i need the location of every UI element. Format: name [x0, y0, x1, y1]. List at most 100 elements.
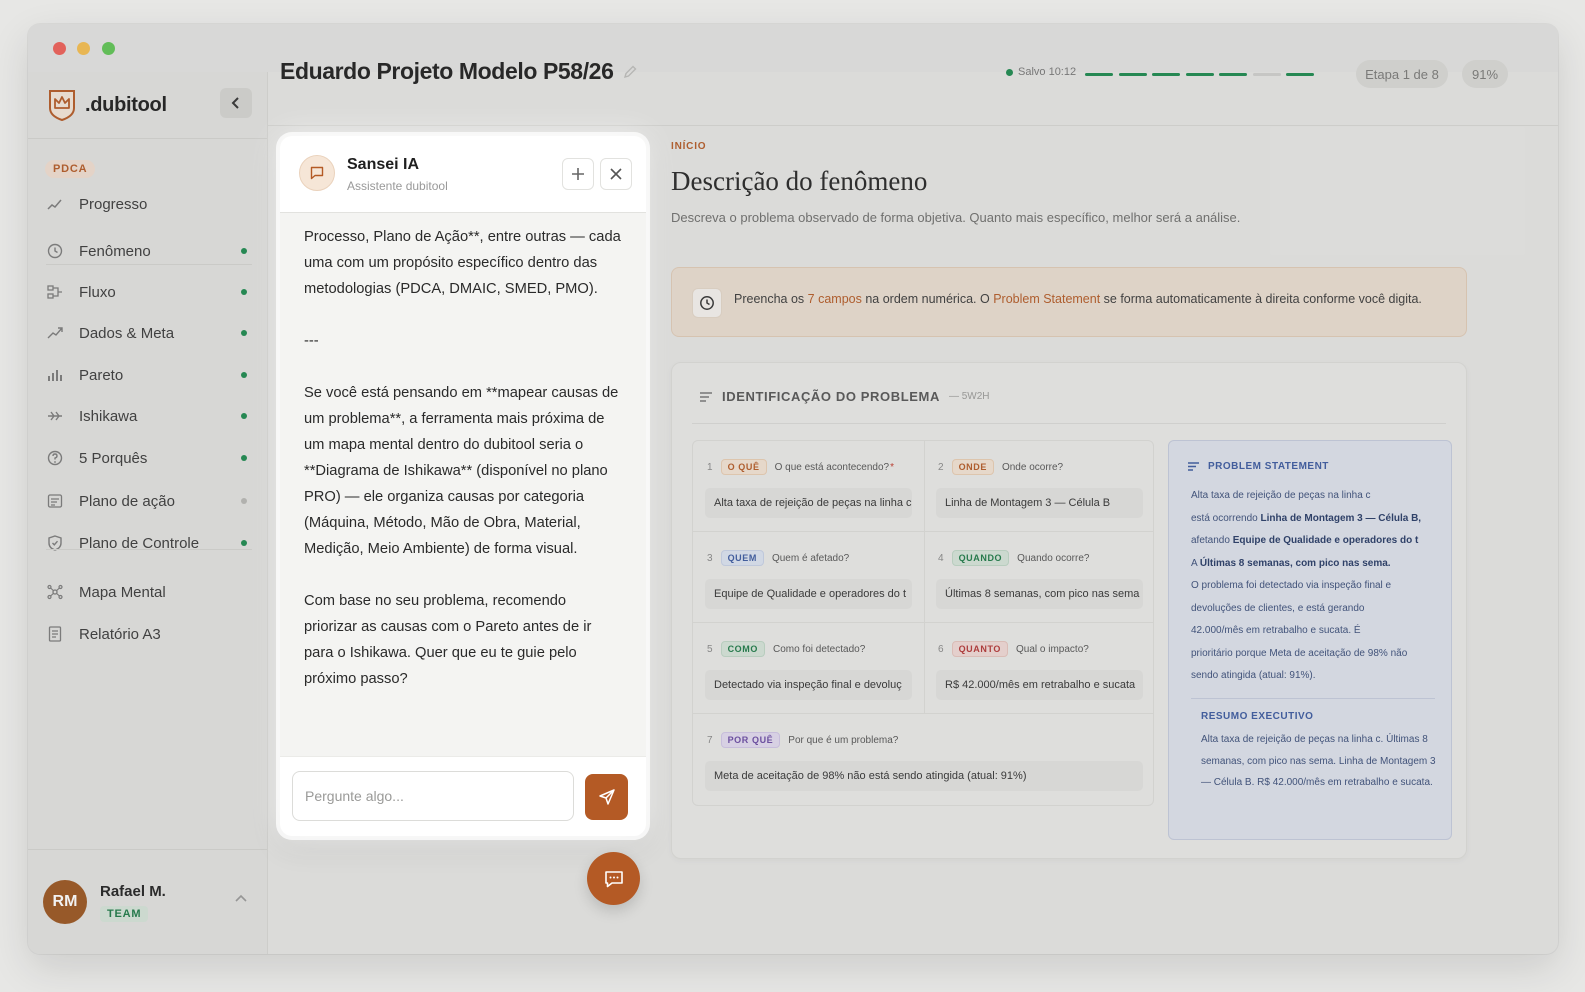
assistant-subtitle: Assistente dubitool [347, 179, 448, 193]
assistant-message: Processo, Plano de Ação**, entre outras … [304, 229, 621, 297]
field-number: 2 [938, 461, 944, 473]
close-chat-button[interactable] [600, 158, 632, 190]
statement-line: Alta taxa de rejeição de peças na linha … [1191, 485, 1441, 508]
instructions-text: Preencha os 7 campos na ordem numérica. … [734, 292, 1422, 306]
field-label: 5 COMO Como foi detectado? [707, 641, 865, 657]
statement-line: 42.000/mês em retrabalho e sucata. É [1191, 620, 1441, 643]
field-question: Qual o impacto? [1016, 643, 1089, 655]
field-input[interactable]: Equipe de Qualidade e operadores do t [705, 579, 912, 609]
sidebar-item-label: Ishikawa [79, 407, 138, 425]
field-number: 1 [707, 461, 713, 473]
progress-segment [1252, 73, 1281, 76]
chevron-up-icon[interactable] [235, 894, 247, 902]
message-gap [304, 302, 622, 328]
field-input[interactable]: Linha de Montagem 3 — Célula B [936, 488, 1143, 518]
sidebar-item-label: 5 Porquês [79, 449, 148, 467]
clock-icon [692, 288, 722, 318]
sidebar-item-ishikawa[interactable]: Ishikawa [46, 399, 252, 433]
field-question: Quem é afetado? [771, 552, 850, 564]
field-label: 7 POR QUÊ Por que é um problema? [707, 732, 898, 748]
statement-line: sendo atingida (atual: 91%). [1191, 665, 1441, 688]
field-number: 5 [707, 643, 713, 655]
field-tag: ONDE [951, 459, 994, 475]
sidebar-item-5-porques[interactable]: 5 Porquês [46, 441, 252, 475]
field-number: 7 [707, 734, 713, 746]
chat-messages[interactable]: Processo, Plano de Ação**, entre outras … [304, 224, 622, 692]
field-number: 6 [938, 643, 944, 655]
page-title: Descrição do fenômeno [671, 166, 928, 196]
lines-icon [700, 391, 712, 402]
field-label: 1 O QUÊ O que está acontecendo? * [707, 459, 894, 475]
sidebar-item-fenomeno[interactable]: Fenômeno [46, 234, 252, 268]
close-window-button[interactable] [53, 42, 66, 55]
completion-indicator: 91% [1462, 60, 1508, 88]
title-bar [28, 24, 1558, 72]
progress-segment [1286, 73, 1314, 76]
minimize-window-button[interactable] [77, 42, 90, 55]
send-button[interactable] [585, 774, 628, 820]
sidebar-item-label: Pareto [79, 366, 124, 384]
crown-shield-logo-icon [49, 90, 75, 122]
sidebar-item-label: Fenômeno [79, 242, 151, 260]
brand[interactable]: .dubitool [47, 88, 167, 122]
statement-text: afetando [1191, 535, 1233, 546]
fishbone-icon [46, 407, 64, 425]
new-chat-button[interactable] [562, 158, 594, 190]
nav-separator [46, 549, 252, 550]
field-question: Onde ocorre? [1001, 461, 1064, 473]
sidebar-item-mapa-mental[interactable]: Mapa Mental [46, 575, 252, 609]
sidebar-item-relatorio-a3[interactable]: Relatório A3 [46, 617, 252, 651]
chat-panel: Sansei IA Assistente dubitool Processo, … [280, 136, 646, 836]
sidebar-item-label: Dados & Meta [79, 324, 175, 342]
sidebar-item-progresso[interactable]: Progresso [46, 187, 252, 221]
mind-map-icon [46, 583, 64, 601]
saved-dot-icon [1006, 68, 1013, 76]
card-subtitle: — 5W2H [948, 391, 990, 402]
sidebar-item-plano-de-acao[interactable]: Plano de ação [46, 484, 252, 518]
progress-segment [1118, 73, 1147, 76]
maximize-window-button[interactable] [102, 42, 115, 55]
chat-input[interactable] [292, 771, 574, 821]
field-tag: O QUÊ [720, 459, 767, 475]
pencil-icon[interactable] [623, 65, 637, 79]
document-icon [46, 625, 64, 643]
field-question: Quando ocorre? [1017, 552, 1090, 564]
project-title[interactable]: Eduardo Projeto Modelo P58/26 [280, 58, 637, 85]
question-icon [46, 449, 64, 467]
sidebar-item-plano-de-controle[interactable]: Plano de Controle [46, 526, 252, 560]
chat-fab-button[interactable] [587, 852, 640, 905]
message-gap [304, 354, 622, 380]
field-label: 4 QUANDO Quando ocorre? [938, 550, 1089, 566]
field-tag: QUEM [720, 550, 764, 566]
field-input[interactable]: R$ 42.000/mês em retrabalho e sucata [936, 670, 1143, 700]
field-input[interactable]: Meta de aceitação de 98% não está sendo … [705, 761, 1143, 791]
field-question: Como foi detectado? [772, 643, 866, 655]
field-quando: 4 QUANDO Quando ocorre? Últimas 8 semanas, … [924, 532, 1155, 623]
clock-icon [46, 242, 64, 260]
chat-header: Sansei IA Assistente dubitool [280, 136, 646, 213]
collapse-sidebar-button[interactable] [220, 88, 252, 118]
sidebar-item-pareto[interactable]: Pareto [46, 358, 252, 392]
field-input[interactable]: Detectado via inspeção final e devoluç [705, 670, 912, 700]
field-question: O que está acontecendo? [774, 461, 890, 473]
info-text-part: Preencha os [734, 292, 808, 306]
statement-value: Equipe de Qualidade e operadores do t [1232, 535, 1419, 546]
sidebar-item-label: Progresso [79, 195, 148, 213]
sidebar-item-dados-meta[interactable]: Dados & Meta [46, 316, 252, 350]
status-dot [241, 498, 247, 504]
sidebar: .dubitool PDCA Progresso Fenômeno Fluxo Dad… [28, 72, 268, 954]
statement-line: afetando Equipe de Qualidade e operadore… [1191, 530, 1441, 553]
user-profile[interactable]: RM Rafael M. TEAM [43, 880, 166, 924]
send-icon [598, 789, 615, 805]
status-dot [241, 455, 247, 461]
chat-composer [280, 756, 646, 836]
field-como: 5 COMO Como foi detectado? Detectado via in… [693, 623, 924, 714]
executive-summary-text: Alta taxa de rejeição de peças na linha … [1201, 734, 1436, 788]
sidebar-item-label: Fluxo [79, 283, 116, 301]
statement-line: devoluções de clientes, e está gerando [1191, 598, 1441, 621]
required-marker: * [890, 461, 895, 473]
sidebar-item-fluxo[interactable]: Fluxo [46, 275, 252, 309]
flow-icon [46, 283, 64, 301]
field-input[interactable]: Alta taxa de rejeição de peças na linha … [705, 488, 912, 518]
field-input[interactable]: Últimas 8 semanas, com pico nas sema [936, 579, 1143, 609]
